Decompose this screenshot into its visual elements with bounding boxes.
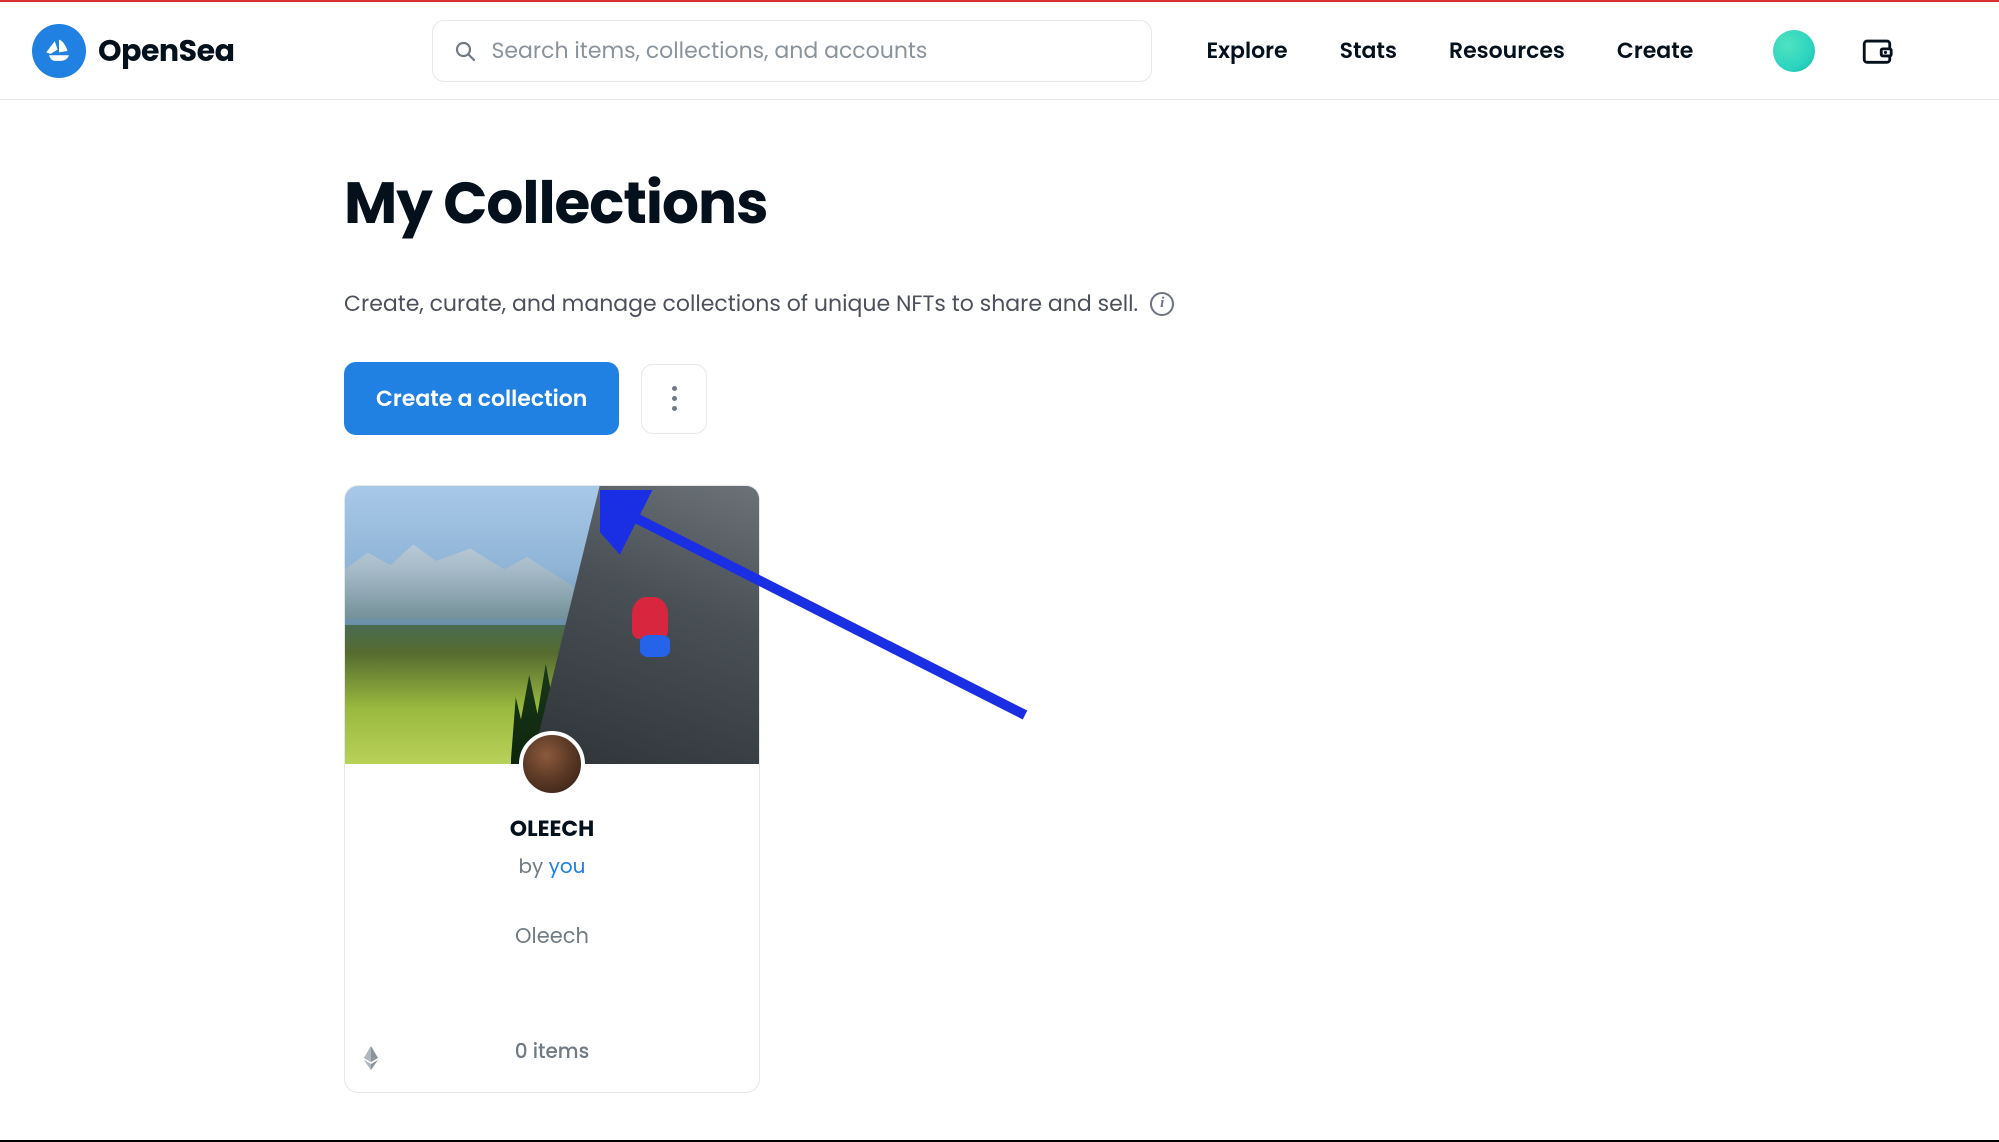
primary-nav: Explore Stats Resources Create [1206, 34, 1693, 67]
collection-byline: by you [361, 851, 743, 881]
logo[interactable]: OpenSea [32, 24, 234, 78]
collection-banner-image [345, 486, 759, 764]
search-icon [453, 39, 477, 63]
collection-name: OLEECH [361, 812, 743, 845]
nav-create[interactable]: Create [1617, 34, 1693, 67]
user-avatar[interactable] [1773, 30, 1815, 72]
kebab-icon [672, 386, 677, 411]
collection-item-count: 0 items [361, 1036, 743, 1066]
content: My Collections Create, curate, and manag… [344, 160, 1344, 1093]
collection-card[interactable]: OLEECH by you Oleech 0 items [344, 485, 760, 1093]
page-title: My Collections [344, 160, 1344, 247]
search-box[interactable] [432, 20, 1152, 82]
by-label: by [519, 852, 549, 880]
main: My Collections Create, curate, and manag… [0, 100, 1999, 1093]
info-icon[interactable]: i [1150, 292, 1174, 316]
opensea-ship-icon [42, 34, 76, 68]
search-input[interactable] [491, 34, 1131, 67]
nav-stats[interactable]: Stats [1340, 34, 1397, 67]
create-collection-button[interactable]: Create a collection [344, 362, 619, 435]
more-options-button[interactable] [641, 364, 707, 434]
wallet-icon [1860, 34, 1894, 68]
logo-mark [32, 24, 86, 78]
action-row: Create a collection [344, 362, 1344, 435]
header: OpenSea Explore Stats Resources Create [0, 2, 1999, 100]
logo-text: OpenSea [98, 28, 234, 74]
subtitle-row: Create, curate, and manage collections o… [344, 287, 1344, 320]
collection-description: Oleech [361, 921, 743, 952]
ethereum-icon [363, 1046, 379, 1070]
collection-card-body: OLEECH by you Oleech 0 items [345, 764, 759, 1092]
page-subtitle: Create, curate, and manage collections o… [344, 287, 1138, 320]
header-right [1773, 30, 1895, 72]
nav-explore[interactable]: Explore [1206, 34, 1287, 67]
collection-author-link[interactable]: you [549, 852, 586, 880]
wallet-button[interactable] [1859, 33, 1895, 69]
nav-resources[interactable]: Resources [1449, 34, 1565, 67]
